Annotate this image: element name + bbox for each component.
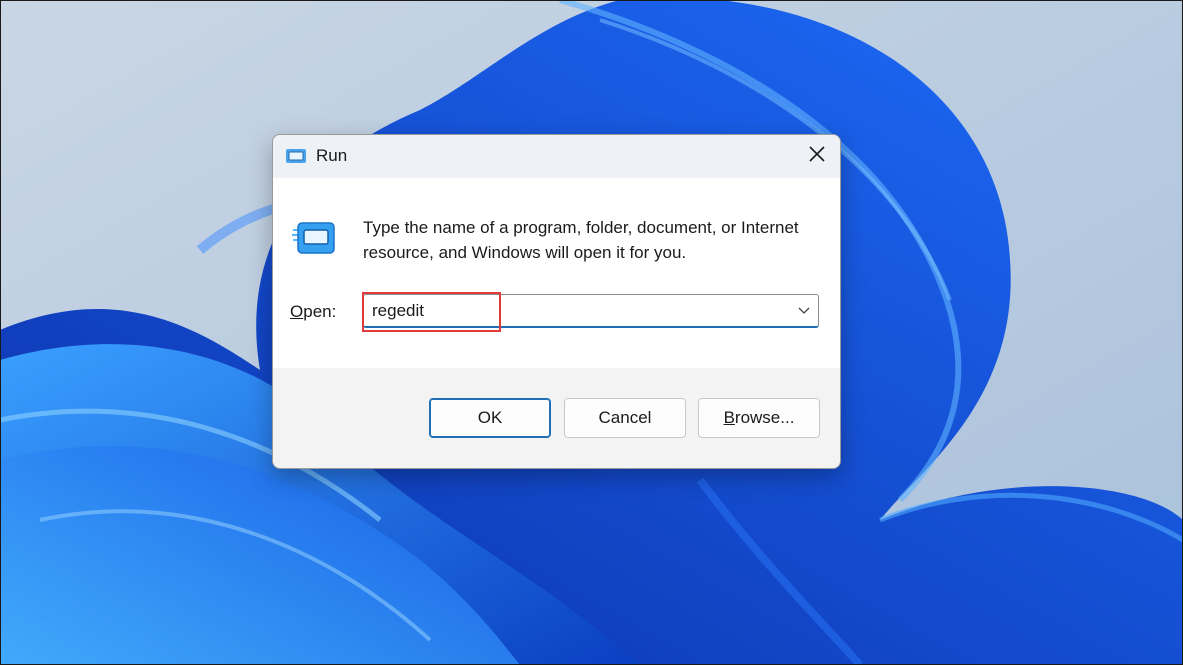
open-label-text: pen:: [303, 302, 337, 321]
title-bar[interactable]: Run: [273, 135, 840, 178]
run-icon: [285, 147, 307, 165]
close-button[interactable]: [794, 135, 840, 178]
run-program-icon: [290, 220, 336, 256]
open-label: Open:: [290, 302, 336, 322]
open-label-access-key: O: [290, 302, 304, 321]
ok-button[interactable]: OK: [429, 398, 551, 438]
dialog-description: Type the name of a program, folder, docu…: [363, 218, 799, 262]
run-dialog: Run Type the name of a program, folder, …: [272, 134, 841, 469]
browse-access-key: B: [723, 408, 735, 427]
dialog-content: Type the name of a program, folder, docu…: [273, 178, 840, 368]
chevron-down-icon[interactable]: [794, 301, 814, 321]
open-input[interactable]: [372, 295, 772, 327]
close-icon: [809, 146, 825, 167]
browse-label: rowse...: [734, 408, 795, 427]
cancel-button[interactable]: Cancel: [564, 398, 686, 438]
dialog-title: Run: [316, 146, 348, 165]
browse-button[interactable]: Browse...: [698, 398, 820, 438]
open-combobox[interactable]: [363, 294, 819, 328]
